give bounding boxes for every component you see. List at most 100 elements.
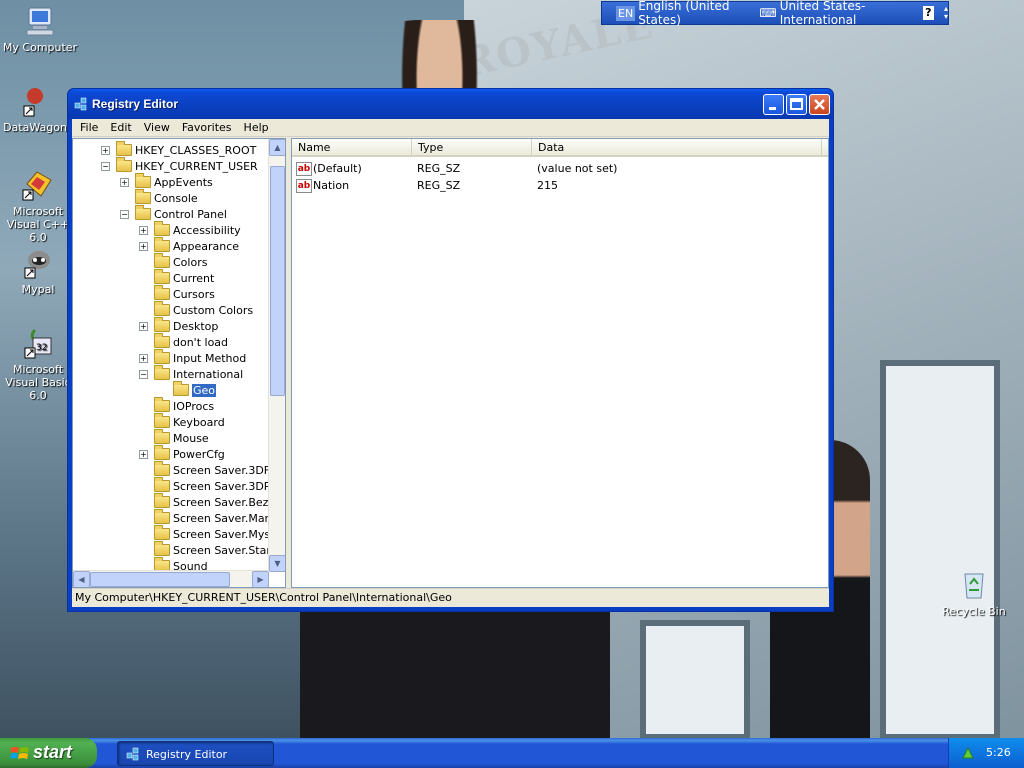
tree-item[interactable]: − International	[139, 365, 243, 382]
folder-icon	[154, 413, 170, 428]
menu-view[interactable]: View	[138, 121, 176, 134]
collapse-icon[interactable]: −	[120, 209, 129, 219]
tree-item[interactable]: Current	[139, 269, 214, 286]
tree-item[interactable]: Screen Saver.Marqu	[139, 509, 283, 526]
tree-item[interactable]: Screen Saver.Bezier	[139, 493, 283, 510]
tree-item[interactable]: Custom Colors	[139, 301, 254, 318]
datawagon-icon	[18, 84, 52, 118]
tree-item-label: IOProcs	[173, 399, 215, 413]
collapse-icon[interactable]: −	[139, 369, 148, 379]
tree-item[interactable]: Screen Saver.Stars	[139, 541, 277, 558]
folder-icon	[154, 285, 170, 300]
expand-icon[interactable]: +	[139, 225, 148, 235]
tree-item[interactable]: + Desktop	[139, 317, 218, 334]
tree-item[interactable]: Keyboard	[139, 413, 225, 430]
tree-item[interactable]: + Appearance	[139, 237, 239, 254]
value-data: 215	[537, 179, 558, 192]
tree-item[interactable]: Colors	[139, 253, 208, 270]
scroll-left-button[interactable]: ◀	[73, 571, 90, 587]
folder-icon	[154, 349, 170, 364]
expand-icon[interactable]: +	[139, 241, 148, 251]
menu-file[interactable]: File	[74, 121, 104, 134]
folder-icon	[154, 397, 170, 412]
tree-item-label: Colors	[173, 255, 208, 269]
tree-item[interactable]: + HKEY_CLASSES_ROOT	[101, 141, 256, 158]
tree-item-label: Screen Saver.Stars	[173, 543, 277, 557]
scroll-thumb[interactable]	[270, 166, 285, 396]
registry-tree[interactable]: + HKEY_CLASSES_ROOT − HKEY_CURRENT_USER + App…	[72, 138, 286, 588]
tree-item[interactable]: − Control Panel	[120, 205, 227, 222]
folder-icon	[116, 141, 132, 156]
scroll-right-button[interactable]: ▶	[252, 571, 269, 587]
tree-item-label: Console	[154, 191, 198, 205]
tree-item[interactable]: − HKEY_CURRENT_USER	[101, 157, 258, 174]
close-button[interactable]	[809, 94, 830, 115]
help-icon[interactable]: ?	[922, 6, 934, 20]
tree-item[interactable]: Mouse	[139, 429, 209, 446]
editor-panes: + HKEY_CLASSES_ROOT − HKEY_CURRENT_USER + App…	[72, 138, 829, 588]
tree-vertical-scrollbar[interactable]: ▲ ▼	[268, 139, 285, 572]
start-button[interactable]: start	[0, 738, 97, 768]
desktop-icon-label: Recycle Bin	[942, 605, 1006, 618]
expand-icon[interactable]: +	[139, 353, 148, 363]
tree-item-label: Screen Saver.Marqu	[173, 511, 283, 525]
network-icon[interactable]	[961, 746, 975, 760]
recycle-bin-icon	[957, 568, 991, 602]
language-code[interactable]: EN	[616, 5, 636, 21]
expand-icon[interactable]: +	[139, 321, 148, 331]
maximize-button[interactable]	[786, 94, 807, 115]
desktop-icon-datawagon[interactable]: DataWagon	[0, 84, 75, 134]
expand-icon[interactable]: +	[120, 177, 129, 187]
folder-icon	[135, 205, 151, 220]
menu-favorites[interactable]: Favorites	[176, 121, 238, 134]
tree-item[interactable]: Geo	[158, 381, 217, 398]
tree-item[interactable]: + Accessibility	[139, 221, 241, 238]
folder-icon	[154, 317, 170, 332]
expand-icon[interactable]: +	[139, 449, 148, 459]
tree-item[interactable]: + PowerCfg	[139, 445, 225, 462]
folder-icon	[154, 509, 170, 524]
tree-item[interactable]: don't load	[139, 333, 228, 350]
scroll-thumb[interactable]	[90, 572, 230, 587]
title-bar[interactable]: Registry Editor	[68, 89, 833, 119]
values-list[interactable]: Name Type Data ab (Default) REG_SZ (valu…	[291, 138, 829, 588]
list-item[interactable]: ab Nation REG_SZ 215	[296, 177, 558, 194]
desktop-icon-my-computer[interactable]: My Computer	[0, 4, 80, 54]
scroll-down-button[interactable]: ▼	[269, 555, 285, 572]
tree-item[interactable]: + Input Method	[139, 349, 246, 366]
language-name[interactable]: English (United States)	[638, 0, 749, 27]
tree-horizontal-scrollbar[interactable]: ◀ ▶	[73, 570, 269, 587]
minimize-button[interactable]	[763, 94, 784, 115]
tree-item[interactable]: + AppEvents	[120, 173, 213, 190]
tree-item[interactable]: Console	[120, 189, 198, 206]
value-name: Nation	[313, 179, 350, 192]
menu-help[interactable]: Help	[238, 121, 275, 134]
keyboard-layout[interactable]: United States-International	[780, 0, 911, 27]
desktop-icon-label: Microsoft Visual C++ 6.0	[6, 205, 70, 244]
taskbar-item-registry-editor[interactable]: Registry Editor	[117, 741, 274, 766]
tree-item[interactable]: IOProcs	[139, 397, 215, 414]
status-bar: My Computer\HKEY_CURRENT_USER\Control Pa…	[72, 588, 829, 607]
menu-edit[interactable]: Edit	[104, 121, 137, 134]
windows-logo-icon	[10, 745, 30, 762]
column-type[interactable]: Type	[412, 139, 532, 157]
collapse-icon[interactable]: −	[101, 161, 110, 171]
desktop-icon-recycle-bin[interactable]: Recycle Bin	[934, 568, 1014, 618]
column-data[interactable]: Data	[532, 139, 822, 157]
column-name[interactable]: Name	[292, 139, 412, 157]
language-bar-options-icon[interactable]: ▴ ▾	[944, 5, 948, 21]
expand-icon[interactable]: +	[101, 145, 110, 155]
tree-item-label: Custom Colors	[173, 303, 254, 317]
tree-item[interactable]: Cursors	[139, 285, 215, 302]
language-bar[interactable]: EN English (United States) ⌨ United Stat…	[601, 0, 949, 27]
list-item[interactable]: ab (Default) REG_SZ (value not set)	[296, 160, 617, 177]
window-body: File Edit View Favorites Help + HKEY_CLAS…	[72, 119, 829, 607]
tree-item[interactable]: Screen Saver.3DFly	[139, 461, 280, 478]
scroll-up-button[interactable]: ▲	[269, 139, 285, 156]
clock[interactable]: 5:26	[986, 746, 1011, 759]
tree-item[interactable]: Screen Saver.Mystif	[139, 525, 281, 542]
tree-item-label: Screen Saver.3DFly	[173, 463, 280, 477]
tree-item[interactable]: Screen Saver.3DPip	[139, 477, 280, 494]
folder-icon	[154, 525, 170, 540]
folder-icon	[154, 429, 170, 444]
